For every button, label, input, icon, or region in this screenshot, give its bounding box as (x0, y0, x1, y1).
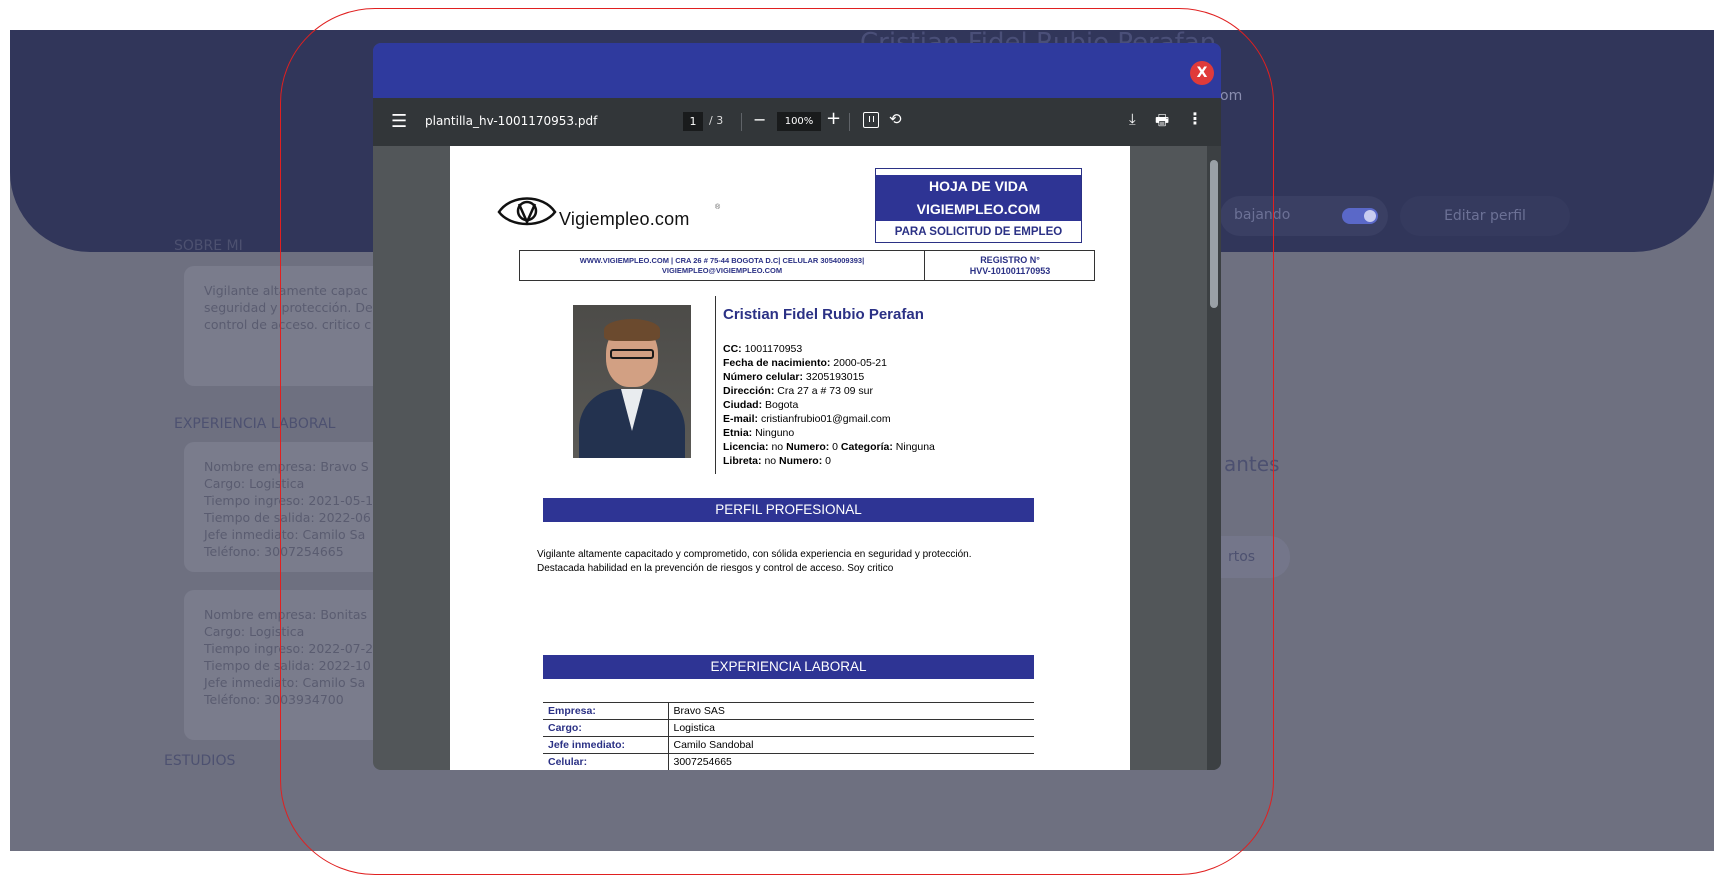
company-contact-line: WWW.VIGIEMPLEO.COM | CRA 26 # 75-44 BOGO… (579, 256, 865, 265)
section-studies-title: ESTUDIOS (164, 753, 236, 769)
edit-profile-button[interactable]: Editar perfil (1400, 196, 1570, 236)
photo-hair (604, 319, 660, 341)
about-text-line: control de acceso. critico c (204, 317, 372, 332)
right-panel-text-fragment: antes (1224, 452, 1280, 476)
section-about-title: SOBRE MI (174, 238, 243, 254)
company-contact-line: VIGIEMPLEO@VIGIEMPLEO.COM (661, 266, 783, 275)
registration-value: HVV-101001170953 (969, 266, 1051, 276)
scrollbar-thumb[interactable] (1210, 160, 1218, 308)
fit-page-icon[interactable] (863, 112, 879, 128)
field-phone: Número celular: 3205193015 (723, 371, 865, 383)
field-booklet: Libreta: no Numero: 0 (723, 455, 831, 467)
exp-card-line: Tiempo de salida: 2022-10 (204, 658, 371, 673)
table-value: Logistica (668, 719, 1034, 737)
vigiempleo-logo: Vigiempleo.com ® (495, 192, 720, 232)
field-city: Ciudad: Bogota (723, 399, 799, 411)
section-profile-bar: PERFIL PROFESIONAL (543, 498, 1034, 522)
candidate-name: Cristian Fidel Rubio Perafan (723, 306, 924, 323)
exp-card-line: Cargo: Logistica (204, 476, 305, 491)
photo-glasses (610, 349, 654, 359)
profile-text: Vigilante altamente capacitado y comprom… (537, 548, 1057, 576)
exp-card-line: Teléfono: 3007254665 (204, 544, 344, 559)
company-info-box: WWW.VIGIEMPLEO.COM | CRA 26 # 75-44 BOGO… (519, 250, 1095, 281)
exp-card-line: Nombre empresa: Bravo S (204, 459, 369, 474)
about-card: Vigilante altamente capac seguridad y pr… (184, 266, 384, 386)
table-row: Jefe inmediato: Camilo Sandobal (543, 736, 1034, 754)
close-modal-button[interactable]: X (1190, 61, 1214, 85)
field-cc: CC: 1001170953 (723, 343, 803, 355)
table-key: Celular: (543, 753, 669, 770)
hv-title-line-2: VIGIEMPLEO.COM (876, 197, 1081, 221)
registration-label: REGISTRO N° (980, 255, 1040, 265)
candidate-details: CC: 1001170953 Fecha de nacimiento: 2000… (723, 342, 935, 468)
field-license: Licencia: no Numero: 0 Categoría: Ningun… (723, 441, 935, 453)
table-row: Cargo: Logistica (543, 719, 1034, 737)
modal-header: X (373, 43, 1221, 98)
field-address: Dirección: Cra 27 a # 73 09 sur (723, 385, 874, 397)
menu-icon[interactable]: ☰ (391, 111, 407, 132)
profile-text-line: Destacada habilidad en la prevención de … (537, 563, 894, 574)
exp-card-line: Teléfono: 3003934700 (204, 692, 344, 707)
pdf-filename: plantilla_hv-1001170953.pdf (425, 114, 598, 128)
working-toggle[interactable] (1342, 208, 1378, 224)
rotate-icon[interactable]: ⟲ (889, 110, 902, 128)
profile-email-fragment: om (1220, 88, 1243, 104)
field-email: E-mail: cristianfrubio01@gmail.com (723, 413, 891, 425)
section-experience-title: EXPERIENCIA LABORAL (174, 416, 336, 432)
table-value: 3007254665 (668, 753, 1034, 770)
page-total: / 3 (709, 114, 724, 127)
experience-table: Empresa: Bravo SAS Cargo: Logistica Jefe i… (543, 702, 1034, 770)
table-key: Jefe inmediato: (543, 736, 669, 754)
working-toggle-label: bajando (1234, 207, 1291, 223)
candidate-photo (573, 305, 691, 458)
table-value: Bravo SAS (668, 702, 1034, 720)
experience-card: Nombre empresa: Bonitas Cargo: Logistica… (184, 590, 384, 740)
zoom-in-button[interactable]: + (826, 108, 841, 129)
exp-card-line: Jefe inmediato: Camilo Sa (204, 675, 366, 690)
logo-registered-mark: ® (715, 204, 721, 211)
table-row: Celular: 3007254665 (543, 753, 1034, 770)
field-ethnic: Etnia: Ninguno (723, 427, 795, 439)
hv-subtitle: PARA SOLICITUD DE EMPLEO (894, 226, 1063, 238)
about-text-line: Vigilante altamente capac (204, 283, 368, 298)
hv-title-line-1: HOJA DE VIDA (876, 175, 1081, 197)
print-icon[interactable]: 🖶 (1155, 110, 1169, 135)
vertical-divider (715, 296, 716, 474)
table-key: Empresa: (543, 702, 669, 720)
toolbar-divider (849, 113, 850, 131)
company-contact: WWW.VIGIEMPLEO.COM | CRA 26 # 75-44 BOGO… (520, 251, 925, 280)
section-experience-bar: EXPERIENCIA LABORAL (543, 655, 1034, 679)
toolbar-divider (741, 113, 742, 131)
about-text-line: seguridad y protección. De (204, 300, 373, 315)
exp-card-line: Nombre empresa: Bonitas (204, 607, 368, 622)
download-icon[interactable]: ⤓ (1129, 110, 1136, 128)
working-toggle-container: bajando (1220, 196, 1388, 236)
registration-box: REGISTRO N° HVV-101001170953 (926, 251, 1094, 280)
field-birth: Fecha de nacimiento: 2000-05-21 (723, 357, 887, 369)
pdf-scrollbar[interactable] (1207, 146, 1221, 770)
table-row: Empresa: Bravo SAS (543, 702, 1034, 720)
pdf-toolbar: ☰ plantilla_hv-1001170953.pdf 1 / 3 − 10… (373, 98, 1221, 146)
logo-text: Vigiempleo.com (559, 209, 690, 229)
exp-card-line: Tiempo ingreso: 2021-05-1 (204, 493, 374, 508)
exp-card-line: Cargo: Logistica (204, 624, 305, 639)
exp-card-line: Tiempo ingreso: 2022-07-2 (204, 641, 374, 656)
zoom-input[interactable]: 100% (777, 112, 821, 131)
table-key: Cargo: (543, 719, 669, 737)
more-options-icon[interactable]: ⋮ (1187, 109, 1203, 128)
hv-title-box: HOJA DE VIDA VIGIEMPLEO.COM PARA SOLICIT… (875, 168, 1082, 243)
table-value: Camilo Sandobal (668, 736, 1034, 754)
profile-text-line: Vigilante altamente capacitado y comprom… (537, 549, 972, 560)
zoom-out-button[interactable]: − (753, 110, 766, 129)
exp-card-line: Jefe inmediato: Camilo Sa (204, 527, 366, 542)
experience-card: Nombre empresa: Bravo S Cargo: Logistica… (184, 442, 384, 572)
pdf-modal: X ☰ plantilla_hv-1001170953.pdf 1 / 3 − … (373, 43, 1221, 770)
page-number-input[interactable]: 1 (683, 112, 703, 131)
pdf-page: Vigiempleo.com ® HOJA DE VIDA VIGIEMPLEO… (450, 146, 1130, 770)
eye-logo-icon (497, 197, 557, 226)
exp-card-line: Tiempo de salida: 2022-06 (204, 510, 371, 525)
